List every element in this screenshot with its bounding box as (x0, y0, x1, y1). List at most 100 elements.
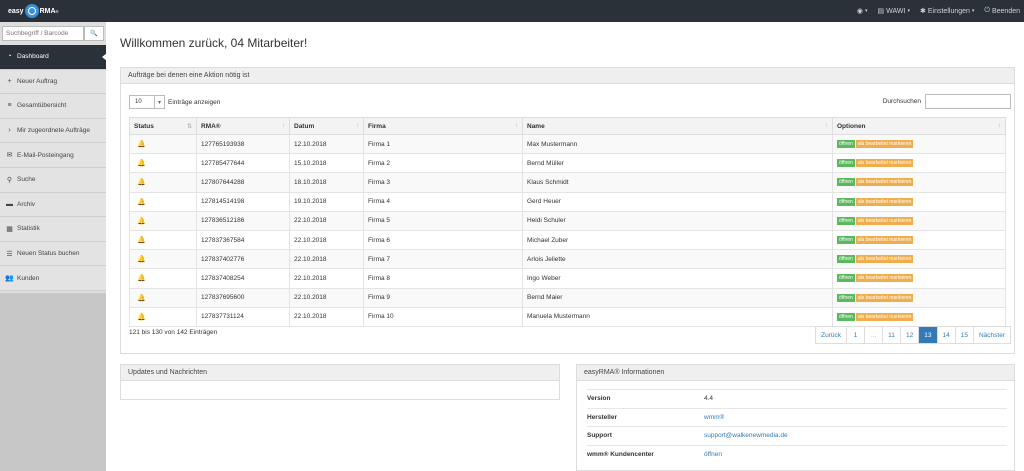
sidebar-item[interactable]: ▬ Archiv (0, 192, 106, 218)
status-cell: 🔔 (129, 229, 197, 251)
list-icon: ≡ (7, 102, 12, 110)
info-key: Hersteller (587, 413, 617, 421)
open-button[interactable]: öffnen (837, 236, 855, 245)
rma-cell: 127765193938 (196, 133, 290, 155)
info-value[interactable]: wmm® (704, 414, 724, 421)
table-row: 🔔 127836512186 22.10.2018 Firma 5 Heidi Schu… (129, 210, 1006, 231)
entries-per-page-select[interactable]: 10 ▾ (129, 95, 165, 109)
column-header[interactable]: Firma ↕ (363, 117, 523, 135)
mark-processed-button[interactable]: als bearbeitet markieren (855, 178, 914, 187)
mark-processed-button[interactable]: als bearbeitet markieren (855, 236, 914, 245)
options-cell: öffnen als bearbeitet markieren (832, 133, 1006, 155)
bell-icon: 🔔 (137, 275, 146, 283)
name-cell: Ingo Weber (522, 268, 833, 289)
search-button[interactable]: 🔍 (84, 26, 104, 41)
status-cell: 🔔 (129, 133, 197, 155)
sidebar-nav: ◔ Dashboard + Neuer Auftrag ≡ Gesamtübersicht… (0, 45, 107, 291)
sidebar-item[interactable]: ✉ E-Mail-Posteingang (0, 143, 106, 168)
firma-cell: Firma 6 (363, 229, 523, 251)
length-control: 10 ▾ Einträge anzeigen (129, 95, 220, 109)
datum-cell: 15.10.2018 (289, 153, 364, 174)
open-button[interactable]: öffnen (837, 197, 855, 206)
sidebar-item-label: Neuen Status buchen (17, 250, 80, 258)
topnav-label: Einstellungen (927, 7, 970, 15)
pagination-button[interactable]: Nächster (972, 327, 1010, 343)
open-button[interactable]: öffnen (837, 312, 855, 321)
open-button[interactable]: öffnen (837, 140, 855, 149)
entries-per-page-value: 10 (135, 99, 142, 105)
options-cell: öffnen als bearbeitet markieren (832, 153, 1006, 174)
sidebar-item[interactable]: › Mir zugeordnete Aufträge (0, 118, 106, 144)
bell-icon: 🔔 (137, 294, 146, 302)
sidebar-item[interactable]: ▦ Statistik (0, 217, 106, 242)
topnav-item[interactable]: ⏻ Beenden (984, 7, 1020, 15)
info-key: Support (587, 432, 612, 439)
pagination-button[interactable]: 12 (900, 327, 919, 343)
sidebar-item[interactable]: ◔ Dashboard (0, 45, 107, 70)
column-header[interactable]: Optionen ↕ (832, 117, 1006, 135)
open-button[interactable]: öffnen (837, 216, 855, 225)
table-info: 121 bis 130 von 142 Einträgen (129, 329, 218, 336)
mark-processed-button[interactable]: als bearbeitet markieren (855, 216, 914, 225)
info-value[interactable]: support@walkenewmedia.de (704, 432, 788, 439)
name-cell: Bernd Müller (522, 153, 833, 174)
mark-processed-button[interactable]: als bearbeitet markieren (855, 255, 914, 264)
open-button[interactable]: öffnen (837, 159, 855, 168)
list-icon: ☰ (6, 250, 13, 258)
column-header[interactable]: RMA® ↕ (196, 117, 290, 135)
sidebar-item[interactable]: 👥 Kunden (0, 266, 106, 291)
column-header-label: Firma (368, 122, 386, 130)
pagination-button[interactable]: 1 (846, 327, 865, 343)
mark-processed-button[interactable]: als bearbeitet markieren (855, 197, 914, 206)
topnav-item[interactable]: ▤ WAWI ▾ (878, 7, 910, 16)
column-header[interactable]: Name ↕ (522, 117, 833, 135)
pagination-button[interactable]: Zurück (816, 327, 847, 343)
sidebar-item[interactable]: ⚲ Suche (0, 167, 106, 193)
globe-icon: ◉ (856, 8, 864, 15)
pagination-button[interactable]: 13 (918, 327, 937, 343)
orders-panel: Aufträge bei denen eine Aktion nötig ist… (120, 67, 1015, 354)
table-row: 🔔 127785477644 15.10.2018 Firma 2 Bernd Müll… (129, 153, 1006, 174)
mark-processed-button[interactable]: als bearbeitet markieren (855, 312, 914, 321)
table-search-input[interactable] (925, 94, 1011, 109)
firma-cell: Firma 8 (363, 268, 523, 289)
column-header-label: RMA® (201, 122, 221, 130)
mark-processed-button[interactable]: als bearbeitet markieren (855, 140, 914, 149)
bell-icon: 🔔 (137, 313, 146, 321)
sidebar-item[interactable]: ≡ Gesamtübersicht (0, 94, 106, 119)
pagination-button[interactable]: 14 (936, 327, 955, 343)
info-panel: easyRMA® Informationen Version 4.4 Herstel… (576, 364, 1015, 471)
top-navbar: easy RMA ® ◉ ▾ ▤ WAWI ▾ ✱ Einstellungen ▾ ⏻ Beende… (0, 0, 1024, 22)
column-header[interactable]: Datum ↕ (289, 117, 364, 135)
info-value[interactable]: öffnen (704, 451, 722, 458)
topnav-label: WAWI (886, 7, 906, 15)
sidebar-item[interactable]: ☰ Neuen Status buchen (0, 241, 106, 267)
datum-cell: 12.10.2018 (289, 133, 364, 155)
pagination-button[interactable]: 15 (954, 327, 973, 343)
mark-processed-button[interactable]: als bearbeitet markieren (855, 159, 914, 168)
info-row: Version 4.4 (587, 389, 1007, 407)
pagination-button[interactable]: 11 (882, 327, 901, 343)
mark-processed-button[interactable]: als bearbeitet markieren (855, 293, 914, 302)
app-logo[interactable]: easy RMA ® (8, 4, 58, 18)
name-cell: Manuela Mustermann (522, 306, 833, 327)
table-row: 🔔 127765193938 12.10.2018 Firma 1 Max Muster… (129, 133, 1006, 155)
firma-cell: Firma 1 (363, 133, 523, 155)
bell-icon: 🔔 (137, 179, 146, 187)
firma-cell: Firma 2 (363, 153, 523, 174)
column-header[interactable]: Status ⇅ (129, 117, 197, 135)
search-input[interactable] (2, 26, 84, 41)
firma-cell: Firma 4 (363, 191, 523, 212)
topnav-item[interactable]: ◉ ▾ (857, 7, 868, 15)
sidebar-item[interactable]: + Neuer Auftrag (0, 69, 106, 95)
topnav-item[interactable]: ✱ Einstellungen ▾ (920, 7, 975, 16)
caret-down-icon: ▾ (971, 8, 975, 14)
rma-cell: 127814514198 (196, 191, 290, 212)
open-button[interactable]: öffnen (837, 274, 855, 283)
open-button[interactable]: öffnen (837, 255, 855, 264)
datum-cell: 22.10.2018 (289, 268, 364, 289)
open-button[interactable]: öffnen (837, 293, 855, 302)
mark-processed-button[interactable]: als bearbeitet markieren (855, 274, 914, 283)
pagination-button: ... (864, 327, 883, 343)
open-button[interactable]: öffnen (837, 178, 855, 187)
